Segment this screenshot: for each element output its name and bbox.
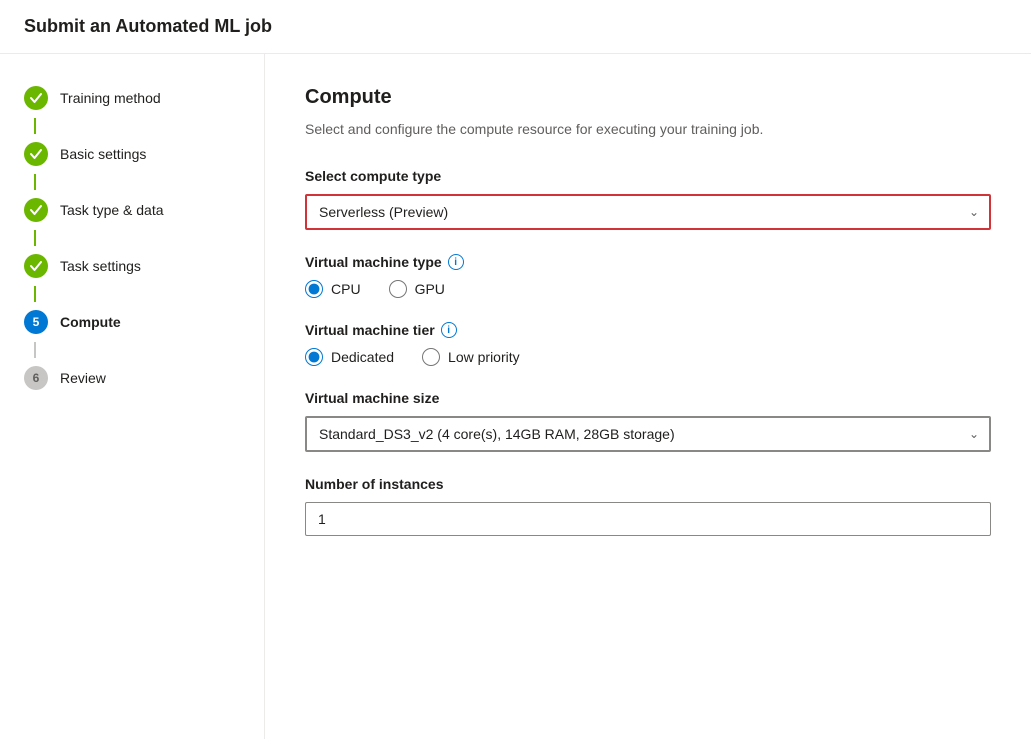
sidebar: Training method Basic settings Task type… (0, 54, 265, 739)
num-instances-input[interactable] (305, 502, 991, 536)
compute-type-section: Select compute type Serverless (Preview)… (305, 168, 991, 230)
connector-3 (34, 230, 36, 246)
step-icon-4 (24, 254, 48, 278)
step-label-task-type: Task type & data (60, 198, 164, 222)
step-label-task-settings: Task settings (60, 254, 141, 278)
content-description: Select and configure the compute resourc… (305, 119, 991, 140)
vm-tier-info-icon[interactable]: i (441, 322, 457, 338)
vm-size-section: Virtual machine size Standard_DS3_v2 (4 … (305, 390, 991, 452)
vm-tier-dedicated-label: Dedicated (331, 349, 394, 365)
vm-type-section: Virtual machine type i CPU GPU (305, 254, 991, 298)
step-icon-3 (24, 198, 48, 222)
sidebar-item-task-type[interactable]: Task type & data (0, 190, 264, 230)
vm-type-gpu-label: GPU (415, 281, 445, 297)
vm-size-label: Virtual machine size (305, 390, 991, 406)
vm-tier-section: Virtual machine tier i Dedicated Low pri… (305, 322, 991, 366)
vm-size-select[interactable]: Standard_DS3_v2 (4 core(s), 14GB RAM, 28… (305, 416, 991, 452)
step-label-training-method: Training method (60, 86, 161, 110)
vm-type-radio-group: CPU GPU (305, 280, 991, 298)
vm-type-cpu-option[interactable]: CPU (305, 280, 361, 298)
vm-type-gpu-option[interactable]: GPU (389, 280, 445, 298)
compute-type-select[interactable]: Serverless (Preview)Compute clusterCompu… (305, 194, 991, 230)
content-title: Compute (305, 86, 991, 109)
sidebar-item-review[interactable]: 6 Review (0, 358, 264, 398)
step-icon-1 (24, 86, 48, 110)
sidebar-item-task-settings[interactable]: Task settings (0, 246, 264, 286)
vm-tier-low-priority-radio[interactable] (422, 348, 440, 366)
vm-tier-dedicated-option[interactable]: Dedicated (305, 348, 394, 366)
step-icon-6: 6 (24, 366, 48, 390)
vm-tier-dedicated-radio[interactable] (305, 348, 323, 366)
step-label-compute: Compute (60, 310, 121, 334)
step-label-review: Review (60, 366, 106, 390)
page-title: Submit an Automated ML job (0, 0, 1031, 54)
vm-tier-label: Virtual machine tier i (305, 322, 991, 338)
vm-type-cpu-label: CPU (331, 281, 361, 297)
sidebar-item-compute[interactable]: 5 Compute (0, 302, 264, 342)
vm-size-wrapper: Standard_DS3_v2 (4 core(s), 14GB RAM, 28… (305, 416, 991, 452)
compute-type-wrapper: Serverless (Preview)Compute clusterCompu… (305, 194, 991, 230)
connector-2 (34, 174, 36, 190)
step-label-basic-settings: Basic settings (60, 142, 146, 166)
content-area: Compute Select and configure the compute… (265, 54, 1031, 739)
sidebar-item-basic-settings[interactable]: Basic settings (0, 134, 264, 174)
compute-type-label: Select compute type (305, 168, 991, 184)
vm-type-cpu-radio[interactable] (305, 280, 323, 298)
vm-type-gpu-radio[interactable] (389, 280, 407, 298)
vm-tier-radio-group: Dedicated Low priority (305, 348, 991, 366)
main-layout: Training method Basic settings Task type… (0, 54, 1031, 739)
vm-tier-low-priority-option[interactable]: Low priority (422, 348, 520, 366)
connector-1 (34, 118, 36, 134)
vm-type-info-icon[interactable]: i (448, 254, 464, 270)
step-icon-2 (24, 142, 48, 166)
vm-type-label: Virtual machine type i (305, 254, 991, 270)
step-icon-5: 5 (24, 310, 48, 334)
vm-tier-low-priority-label: Low priority (448, 349, 520, 365)
connector-4 (34, 286, 36, 302)
sidebar-item-training-method[interactable]: Training method (0, 78, 264, 118)
num-instances-label: Number of instances (305, 476, 991, 492)
connector-5 (34, 342, 36, 358)
num-instances-section: Number of instances (305, 476, 991, 536)
